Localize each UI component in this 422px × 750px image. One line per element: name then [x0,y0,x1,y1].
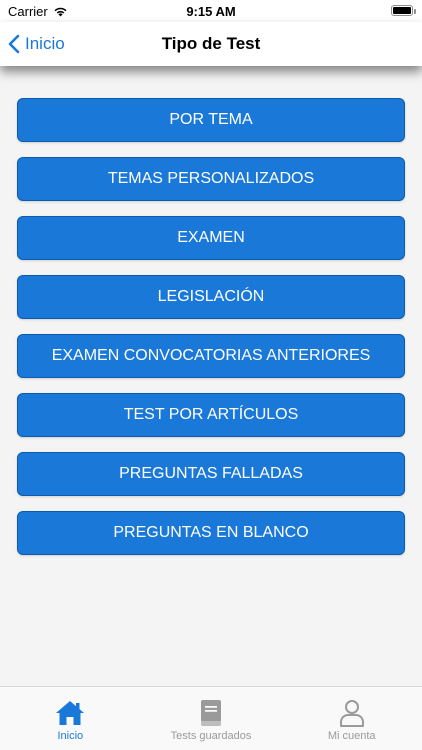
tab-tests-guardados-label: Tests guardados [170,730,252,742]
option-por-tema-button[interactable]: POR TEMA [17,98,405,142]
status-bar: Carrier 9:15 AM [0,0,422,22]
option-examen-convocatorias-button[interactable]: EXAMEN CONVOCATORIAS ANTERIORES [17,334,405,378]
back-button[interactable]: Inicio [8,22,65,66]
home-icon [56,701,85,725]
status-time: 9:15 AM [186,4,236,19]
person-icon [339,700,364,727]
tab-bar: Inicio Tests guardados Mi cuenta [0,686,422,750]
tab-inicio[interactable]: Inicio [0,687,141,750]
battery-icon [391,5,413,16]
option-examen-button[interactable]: EXAMEN [17,216,405,260]
option-legislacion-button[interactable]: LEGISLACIÓN [17,275,405,319]
tab-mi-cuenta[interactable]: Mi cuenta [281,687,422,750]
option-preguntas-falladas-button[interactable]: PREGUNTAS FALLADAS [17,452,405,496]
chevron-left-icon [8,34,20,54]
tab-tests-guardados[interactable]: Tests guardados [141,687,282,750]
option-temas-personalizados-button[interactable]: TEMAS PERSONALIZADOS [17,157,405,201]
content-area: POR TEMA TEMAS PERSONALIZADOS EXAMEN LEG… [0,66,422,686]
option-test-por-articulos-button[interactable]: TEST POR ARTÍCULOS [17,393,405,437]
tab-inicio-label: Inicio [57,730,84,742]
option-preguntas-en-blanco-button[interactable]: PREGUNTAS EN BLANCO [17,511,405,555]
back-button-label: Inicio [25,34,65,53]
book-icon [201,700,221,726]
tab-mi-cuenta-label: Mi cuenta [327,730,376,742]
screen: Carrier 9:15 AM Inicio Tipo de Test POR … [0,0,422,750]
battery-cap [414,9,416,14]
test-type-list: POR TEMA TEMAS PERSONALIZADOS EXAMEN LEG… [17,98,405,555]
navigation-bar: Inicio Tipo de Test [0,22,422,66]
